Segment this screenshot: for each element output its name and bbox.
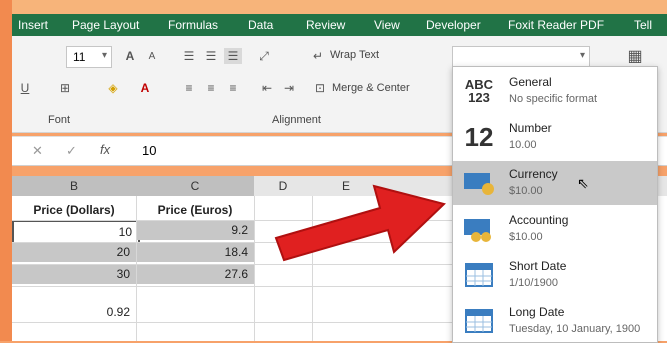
accounting-icon [459,213,499,245]
screenshot-frame: Insert Page Layout Formulas Data Review … [0,0,667,343]
underline-icon[interactable]: U [18,80,32,96]
font-group-label: Font [48,114,71,126]
align-right-icon[interactable]: ≡ [224,80,242,96]
format-name: Short Date [509,259,567,273]
format-name: Accounting [509,213,569,227]
number-format-icon: 12 [464,121,494,152]
background-decoration-top [0,0,667,14]
grid-line [12,322,452,323]
format-general[interactable]: ABC 123 General No specific format [453,69,657,113]
currency-icon [459,167,499,199]
wrap-text-icon[interactable]: ↵ [310,48,326,64]
insert-function-icon[interactable]: fx [100,142,110,157]
format-example: $10.00 [509,185,543,197]
header-price-euros[interactable]: Price (Euros) [136,200,254,220]
borders-icon[interactable]: ⊞ [56,80,74,96]
font-size-dropdown-icon: ▾ [101,50,107,61]
format-short-date[interactable]: Short Date 1/10/1900 [453,253,657,297]
format-accounting[interactable]: Accounting $10.00 [453,207,657,251]
mouse-cursor-icon: ⇖ [577,175,589,191]
tab-tell-me[interactable]: Tell [634,18,652,32]
tab-developer[interactable]: Developer [426,18,481,32]
cell-c-9-2[interactable]: 9.2 [136,220,254,240]
format-long-date[interactable]: Long Date Tuesday, 10 January, 1900 [453,299,657,343]
font-size-box[interactable]: 11 ▾ [66,46,112,68]
tab-review[interactable]: Review [306,18,345,32]
column-header-b[interactable]: B [12,176,137,196]
merge-center-button[interactable]: Merge & Center [332,82,410,94]
grid-line [136,196,137,341]
wrap-text-button[interactable]: Wrap Text [330,49,379,61]
decrease-font-size-icon[interactable]: A [144,48,160,64]
tab-foxit-reader-pdf[interactable]: Foxit Reader PDF [508,18,604,32]
grid-line [12,286,452,287]
format-name: General [509,75,552,89]
cell-b-20[interactable]: 20 [12,242,136,262]
cell-b-0-92[interactable]: 0.92 [12,302,136,322]
align-top-icon[interactable]: ☰ [180,48,198,64]
font-size-value: 11 [73,50,86,64]
background-decoration-left [0,0,12,341]
pointer-arrow [274,184,446,262]
formula-input[interactable]: 10 [142,143,156,158]
tab-insert[interactable]: Insert [18,18,48,32]
format-name: Number [509,121,552,135]
format-number[interactable]: 12 Number 10.00 [453,115,657,159]
alignment-group-label: Alignment [272,114,321,126]
format-name: Currency [509,167,558,181]
align-middle-icon[interactable]: ☰ [202,48,220,64]
number-format-dropdown-icon: ▾ [579,50,585,61]
format-example: 10.00 [509,139,537,151]
format-name: Long Date [509,305,565,319]
fill-color-icon[interactable]: ◈ [104,80,122,96]
header-price-dollars[interactable]: Price (Dollars) [12,200,136,220]
tab-formulas[interactable]: Formulas [168,18,218,32]
align-bottom-icon[interactable]: ☰ [224,48,242,64]
calendar-icon [459,305,499,337]
align-left-icon[interactable]: ≡ [180,80,198,96]
increase-font-size-icon[interactable]: A [122,48,138,64]
font-color-icon[interactable]: A [136,80,154,96]
orientation-icon[interactable]: ⤢ [252,48,276,64]
calendar-icon [459,259,499,291]
format-example: 1/10/1900 [509,277,558,289]
cancel-icon[interactable]: ✕ [32,143,43,159]
tab-view[interactable]: View [374,18,400,32]
tab-page-layout[interactable]: Page Layout [72,18,139,32]
column-header-c[interactable]: C [136,176,255,196]
align-center-icon[interactable]: ≡ [202,80,220,96]
format-example: Tuesday, 10 January, 1900 [509,323,641,335]
format-example: No specific format [509,93,598,105]
merge-center-icon[interactable]: ⊡ [312,80,328,96]
format-currency[interactable]: Currency $10.00 ⇖ [453,161,657,205]
general-format-icon: ABC 123 [464,77,494,105]
increase-indent-icon[interactable]: ⇥ [280,80,298,96]
decrease-indent-icon[interactable]: ⇤ [258,80,276,96]
ribbon-tab-bar: Insert Page Layout Formulas Data Review … [12,14,667,36]
format-example: $10.00 [509,231,543,243]
cell-b-30[interactable]: 30 [12,264,136,284]
cell-c-18-4[interactable]: 18.4 [136,242,254,262]
grid-line [254,196,255,341]
tab-data[interactable]: Data [248,18,273,32]
enter-icon[interactable]: ✓ [66,143,77,159]
number-format-box[interactable]: ▾ [452,46,590,68]
cell-c-27-6[interactable]: 27.6 [136,264,254,284]
cell-b-10[interactable]: 10 [12,220,140,244]
number-format-dropdown: ABC 123 General No specific format 12 Nu… [452,66,658,343]
